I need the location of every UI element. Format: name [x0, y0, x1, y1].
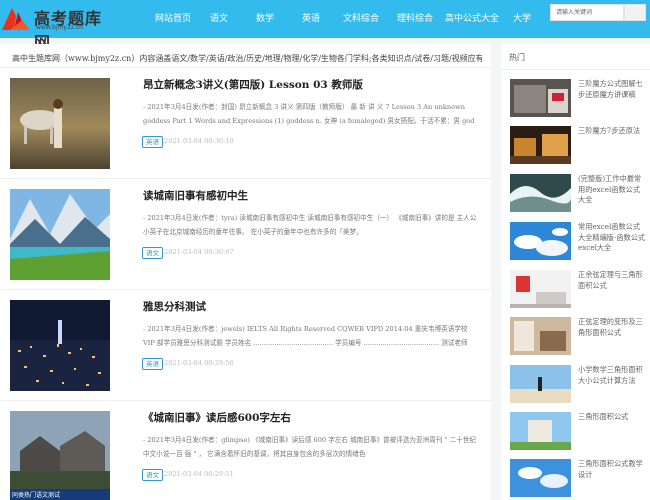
article-title[interactable]: 《城南旧事》读后感600字左右: [143, 410, 291, 425]
nav-item-home[interactable]: 网站首页: [150, 0, 196, 38]
logo-subtitle: www.bjmy2z.cn: [36, 24, 83, 31]
search-button[interactable]: [624, 4, 646, 21]
hot-list-item[interactable]: 三阶魔方7步还原法: [501, 126, 650, 166]
hot-item-title: 三角形面积公式: [578, 412, 629, 421]
article-thumbnail[interactable]: 同类热门语文测试: [10, 411, 110, 500]
article-thumbnail[interactable]: [10, 300, 110, 391]
site-header: 高考题库网 www.bjmy2z.cn 网站首页 语文 数学 英语 文科综合 理…: [0, 0, 650, 52]
nav-item-formulas[interactable]: 高中公式大全: [442, 0, 502, 38]
article-item: 雅思分科测试 - 2021年3月4日发(作者：jewels) IELTS All…: [0, 290, 491, 401]
hot-thumbnail: [510, 412, 571, 450]
article-title[interactable]: 读城南旧事有感初中生: [143, 188, 248, 203]
article-category-tag[interactable]: 英语: [142, 358, 163, 370]
article-item: 读城南旧事有感初中生 - 2021年3月4日发(作者：tyra) 读城南旧事有感…: [0, 179, 491, 290]
article-item: 昂立新概念3讲义(第四版) Lesson 03 教师版 - 2021年3月4日发…: [0, 68, 491, 179]
nav-item-chinese[interactable]: 语文: [196, 0, 242, 38]
article-summary: - 2021年3月4日发(作者：封国) 昂立新概念 3 讲义 第四版（教师版） …: [143, 103, 475, 125]
article-thumbnail[interactable]: [10, 78, 110, 169]
hot-thumbnail: [510, 222, 571, 260]
main-nav: 网站首页 语文 数学 英语 文科综合 理科综合 高中公式大全 大学: [150, 0, 542, 38]
nav-item-math[interactable]: 数学: [242, 0, 288, 38]
hot-thumbnail: [510, 365, 571, 403]
nav-item-science[interactable]: 理科综合: [388, 0, 442, 38]
article-date: 2021-03-04 00:29:51: [164, 470, 234, 478]
search-input[interactable]: 请输入关键词: [550, 4, 624, 21]
hot-list-item[interactable]: 三阶魔方公式图解七步还原魔方讲课稿: [501, 79, 650, 119]
hot-item-title: 三角形面积公式教学设计: [578, 459, 643, 479]
hot-thumbnail: [510, 79, 571, 117]
article-category-tag[interactable]: 英语: [142, 136, 163, 148]
hot-item-title: (完整版)工作中最常用的excel函数公式大全: [578, 174, 642, 204]
hot-list-item[interactable]: (完整版)工作中最常用的excel函数公式大全: [501, 174, 650, 214]
article-summary: - 2021年3月4日发(作者：glimpse) 《城南旧事》读后感 600 字…: [143, 436, 476, 458]
sidebar-title: 热门: [509, 53, 525, 62]
hot-list-item[interactable]: 三角形面积公式: [501, 412, 650, 452]
nav-item-english[interactable]: 英语: [288, 0, 334, 38]
hot-list-item[interactable]: 正弦定理的变形及三角形面积公式: [501, 317, 650, 357]
article-summary: - 2021年3月4日发(作者：jewels) IELTS All Rights…: [143, 325, 468, 347]
hot-thumbnail: [510, 317, 571, 355]
article-title[interactable]: 昂立新概念3讲义(第四版) Lesson 03 教师版: [143, 77, 363, 92]
article-category-tag[interactable]: 语文: [142, 247, 163, 259]
nav-item-university[interactable]: 大学: [502, 0, 542, 38]
thumbnail-caption: 同类热门语文测试: [12, 492, 61, 499]
article-date: 2021-03-04 00:30:07: [164, 248, 234, 256]
article-title[interactable]: 雅思分科测试: [143, 299, 206, 314]
hot-item-title: 小学数学三角形面积大小公式计算方法: [578, 365, 643, 385]
nav-item-liberal-arts[interactable]: 文科综合: [334, 0, 388, 38]
article-summary: - 2021年3月4日发(作者：tyra) 读城南旧事有感初中生 读城南旧事有感…: [143, 214, 477, 236]
hot-sidebar: 热门 三阶魔方公式图解七步还原魔方讲课稿 三阶魔方7步还原法 (完整版)工作中最…: [501, 44, 650, 500]
article-thumbnail[interactable]: [10, 189, 110, 280]
hot-item-title: 三阶魔方公式图解七步还原魔方讲课稿: [578, 79, 643, 99]
article-category-tag[interactable]: 语文: [142, 469, 163, 481]
hot-list-item[interactable]: 小学数学三角形面积大小公式计算方法: [501, 365, 650, 405]
article-date: 2021-03-04 00:29:56: [164, 359, 234, 367]
hot-item-title: 常用excel函数公式大全精编版-函数公式excel大全: [578, 222, 646, 252]
hot-item-title: 三阶魔方7步还原法: [578, 126, 641, 135]
article-date: 2021-03-04 00:30:10: [164, 137, 234, 145]
divider: [501, 69, 650, 70]
hot-thumbnail: [510, 459, 571, 497]
hot-thumbnail: [510, 126, 571, 164]
site-intro: 高中生题库网（www.bjmy2z.cn）内容涵盖语文/数学/英语/政治/历史/…: [12, 54, 482, 63]
logo-mark-icon: [2, 8, 30, 30]
article-item: 同类热门语文测试 《城南旧事》读后感600字左右 - 2021年3月4日发(作者…: [0, 401, 491, 500]
hot-thumbnail: [510, 270, 571, 308]
article-list: 高中生题库网（www.bjmy2z.cn）内容涵盖语文/数学/英语/政治/历史/…: [0, 44, 491, 500]
hot-list-item[interactable]: 三角形面积公式教学设计: [501, 459, 650, 499]
hot-list-item[interactable]: 常用excel函数公式大全精编版-函数公式excel大全: [501, 222, 650, 262]
site-logo[interactable]: 高考题库网 www.bjmy2z.cn: [2, 4, 102, 52]
hot-item-title: 正弦定理的变形及三角形面积公式: [578, 317, 643, 337]
hot-item-title: 正余弦定理与三角形面积公式: [578, 270, 643, 290]
hot-list-item[interactable]: 正余弦定理与三角形面积公式: [501, 270, 650, 310]
hot-thumbnail: [510, 174, 571, 212]
